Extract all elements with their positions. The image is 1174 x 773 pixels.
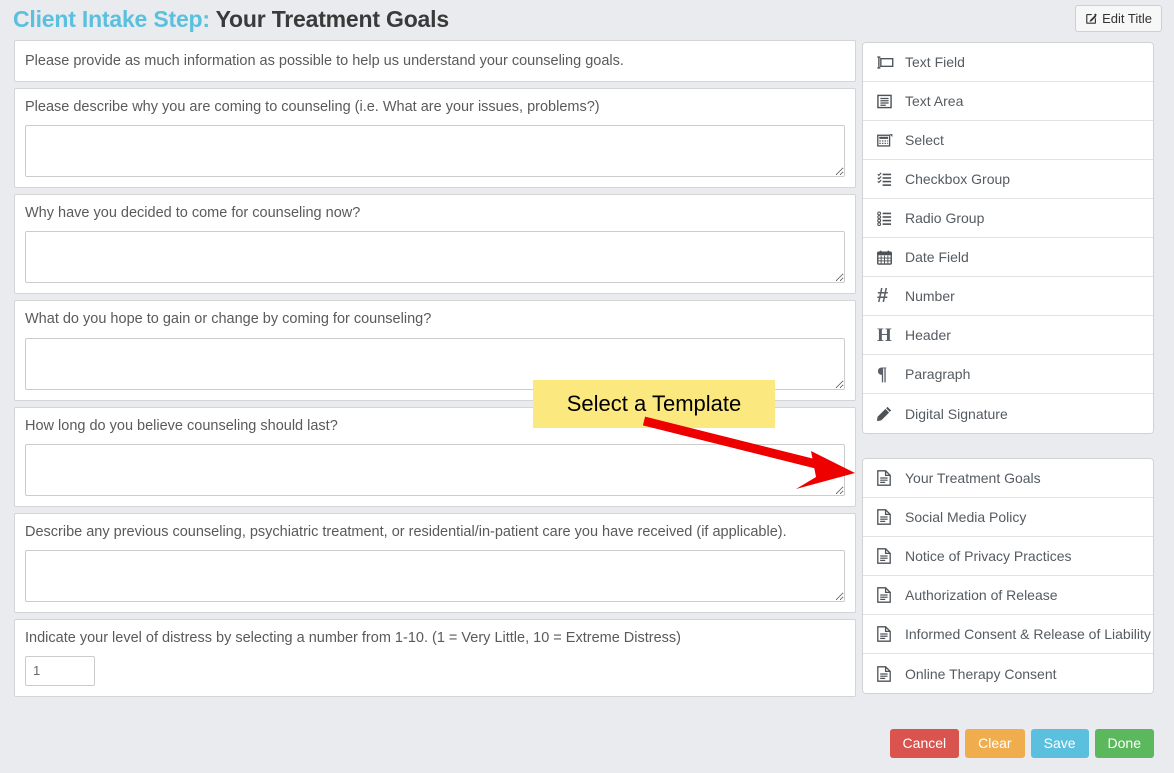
field-type-digital-signature[interactable]: Digital Signature (863, 394, 1153, 433)
question-label: What do you hope to gain or change by co… (25, 311, 432, 328)
field-type-label: Text Area (905, 93, 964, 109)
question-label: Why have you decided to come for counsel… (25, 205, 361, 222)
form-question-block: Why have you decided to come for counsel… (14, 194, 856, 295)
field-type-select[interactable]: Select (863, 121, 1153, 160)
templates-panel: Your Treatment Goals Social Media Policy (862, 458, 1154, 694)
field-type-label: Paragraph (905, 366, 971, 382)
template-item-notice-of-privacy-practices[interactable]: Notice of Privacy Practices (863, 537, 1153, 576)
field-type-label: Digital Signature (905, 405, 1008, 422)
calendar-icon (877, 250, 899, 265)
template-item-authorization-of-release[interactable]: Authorization of Release (863, 576, 1153, 615)
template-label: Authorization of Release (905, 587, 1058, 603)
field-type-label: Number (905, 288, 955, 304)
field-types-panel: Text Field Text Area Select Checkbox Gro… (862, 42, 1154, 434)
document-icon (877, 665, 899, 682)
document-icon (877, 509, 899, 525)
save-button[interactable]: Save (1030, 729, 1089, 758)
field-type-checkbox-group[interactable]: Checkbox Group (863, 160, 1153, 199)
question-label: Indicate your level of distress by selec… (25, 629, 682, 646)
page-title-prefix: Client Intake Step: (13, 6, 210, 32)
document-icon (877, 470, 899, 486)
page-header: Client Intake Step: Your Treatment Goals… (0, 0, 1174, 40)
field-type-header[interactable]: H Header (863, 316, 1153, 355)
field-type-label: Radio Group (905, 210, 985, 226)
template-item-informed-consent-release-of-liability[interactable]: Informed Consent & Release of Liability (863, 615, 1153, 654)
form-builder-app: Client Intake Step: Your Treatment Goals… (0, 0, 1174, 773)
template-label: Notice of Privacy Practices (905, 548, 1072, 564)
document-icon (877, 548, 899, 564)
question-label: Describe any previous counseling, psychi… (25, 523, 787, 540)
document-icon (877, 626, 899, 642)
question-textarea[interactable] (25, 231, 845, 284)
template-label: Your Treatment Goals (905, 470, 1041, 486)
template-item-social-media-policy[interactable]: Social Media Policy (863, 498, 1153, 537)
edit-title-label: Edit Title (1102, 11, 1152, 26)
template-label: Online Therapy Consent (905, 665, 1057, 682)
field-type-label: Text Field (905, 54, 965, 70)
document-icon (877, 587, 899, 603)
template-item-online-therapy-consent[interactable]: Online Therapy Consent (863, 654, 1153, 693)
form-intro-block: Please provide as much information as po… (14, 40, 856, 83)
template-label: Informed Consent & Release of Liability (905, 626, 1151, 642)
header-h-icon: H (877, 324, 892, 346)
hash-number-icon: # (877, 285, 889, 307)
page-title: Client Intake Step: Your Treatment Goals (13, 6, 449, 33)
field-type-label: Select (905, 132, 944, 148)
question-label: Please describe why you are coming to co… (25, 99, 600, 116)
paragraph-pilcrow-icon: ¶ (877, 363, 888, 385)
field-type-label: Date Field (905, 249, 969, 265)
edit-title-button[interactable]: Edit Title (1075, 5, 1162, 32)
form-question-block: Indicate your level of distress by selec… (14, 618, 856, 697)
annotation-callout-box: Select a Template (533, 380, 775, 428)
field-type-label: Checkbox Group (905, 171, 1011, 187)
text-area-icon (877, 94, 899, 109)
text-field-icon (877, 55, 899, 70)
checkbox-group-icon (877, 172, 899, 187)
cancel-button[interactable]: Cancel (889, 729, 960, 758)
pencil-signature-icon (877, 406, 899, 421)
field-type-paragraph[interactable]: ¶ Paragraph (863, 355, 1153, 394)
done-button[interactable]: Done (1094, 729, 1154, 758)
field-type-number[interactable]: # Number (863, 277, 1153, 316)
select-dropdown-icon (877, 133, 899, 148)
question-textarea[interactable] (25, 549, 845, 602)
field-type-text-area[interactable]: Text Area (863, 82, 1153, 121)
template-item-your-treatment-goals[interactable]: Your Treatment Goals (863, 459, 1153, 498)
distress-number-input[interactable] (25, 655, 95, 686)
template-label: Social Media Policy (905, 509, 1027, 525)
form-question-block: Describe any previous counseling, psychi… (14, 512, 856, 613)
field-type-radio-group[interactable]: Radio Group (863, 199, 1153, 238)
field-type-text-field[interactable]: Text Field (863, 43, 1153, 82)
page-title-name: Your Treatment Goals (215, 6, 450, 32)
radio-group-icon (877, 211, 899, 226)
field-type-label: Header (905, 327, 951, 343)
edit-pencil-square-icon (1085, 12, 1098, 25)
form-canvas: Please provide as much information as po… (14, 40, 856, 703)
annotation-text: Select a Template (566, 391, 742, 416)
question-textarea[interactable] (25, 125, 845, 178)
form-intro-text: Please provide as much information as po… (25, 53, 624, 69)
action-button-bar: Cancel Clear Save Done (862, 729, 1154, 758)
question-textarea[interactable] (25, 443, 845, 496)
form-question-block: Please describe why you are coming to co… (14, 88, 856, 189)
clear-button[interactable]: Clear (965, 729, 1025, 758)
field-type-date-field[interactable]: Date Field (863, 238, 1153, 277)
